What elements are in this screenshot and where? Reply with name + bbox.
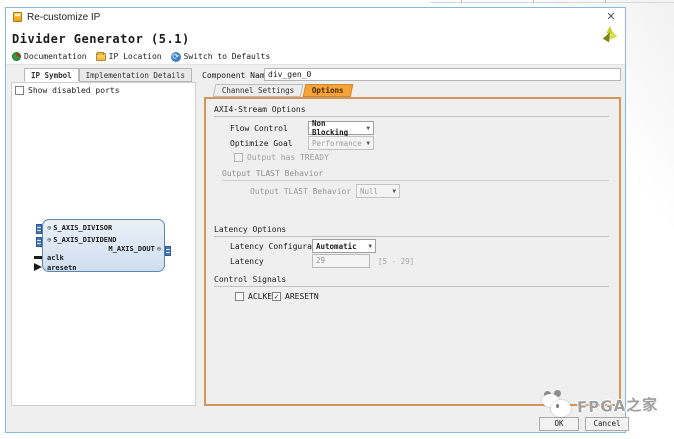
latency-configuration-value: Automatic [316, 242, 357, 251]
chevron-down-icon: ▼ [368, 243, 372, 250]
watermark: FPGA之家 [541, 391, 658, 419]
output-tlast-behavior-label: Output TLAST Behavior [250, 187, 351, 196]
flow-control-value: Non Blocking [312, 119, 363, 137]
ok-button[interactable]: OK [539, 417, 579, 431]
switch-defaults-label: Switch to Defaults [184, 52, 271, 61]
tab-channel-settings-label: Channel Settings [222, 85, 294, 97]
aclken-row: ✓ ACLKEN [235, 292, 277, 301]
switch-defaults-icon: ⟳ [171, 52, 181, 62]
output-has-tready-checkbox: ✓ [234, 153, 243, 162]
port-s-axis-dividend: ⊕ S_AXIS_DIVIDEND [47, 236, 116, 244]
ip-dialog-icon [13, 12, 22, 22]
latency-options-header: Latency Options [214, 225, 609, 237]
tab-ip-symbol-label: IP Symbol [31, 71, 72, 80]
background-window-edge [430, 0, 674, 3]
ip-symbol-panel: ✓ Show disabled ports ⊕ S_AXIS_DIVISOR ⊕… [11, 82, 196, 406]
aclken-checkbox[interactable]: ✓ [235, 292, 244, 301]
optimize-goal-value: Performance [312, 139, 362, 148]
aclk-pin-icon [34, 256, 42, 259]
expand-plus-icon[interactable]: ⊕ [47, 236, 51, 244]
background-tick [533, 0, 534, 3]
flow-control-label: Flow Control [230, 124, 288, 133]
right-tab-bar: Channel Settings Options [214, 84, 352, 97]
close-icon[interactable]: ✕ [605, 11, 617, 23]
port-label: M_AXIS_DOUT [108, 245, 154, 253]
bus-connector-icon [36, 237, 42, 247]
background-tick [461, 0, 462, 3]
dialog-title: Re-customize IP [27, 12, 100, 23]
ip-location-button[interactable]: IP Location [96, 52, 162, 61]
ip-symbol-block: ⊕ S_AXIS_DIVISOR ⊕ S_AXIS_DIVIDEND M_AXI… [42, 219, 165, 272]
show-disabled-ports-label: Show disabled ports [28, 86, 120, 95]
documentation-button[interactable]: Documentation [12, 52, 87, 61]
bus-connector-icon [36, 224, 42, 234]
output-tlast-behavior-value: Null [360, 187, 378, 196]
cancel-button[interactable]: Cancel [585, 417, 629, 431]
tab-implementation-details[interactable]: Implementation Details [79, 68, 192, 82]
latency-configuration-dropdown[interactable]: Automatic ▼ [312, 239, 376, 253]
latency-range-hint: [5 - 29] [378, 257, 414, 266]
port-label: aclk [47, 254, 64, 262]
recustomize-ip-dialog: Re-customize IP ✕ Divider Generator (5.1… [5, 7, 626, 433]
port-s-axis-divisor: ⊕ S_AXIS_DIVISOR [47, 224, 112, 232]
ip-location-label: IP Location [109, 52, 162, 61]
dialog-header: Divider Generator (5.1) [6, 26, 625, 49]
mascot-icon [541, 391, 575, 419]
documentation-icon [12, 52, 21, 61]
port-label: aresetn [47, 264, 77, 272]
aresetn-label: ARESETN [285, 292, 319, 301]
tab-options-label: Options [312, 85, 344, 97]
documentation-label: Documentation [24, 52, 87, 61]
background-tick [605, 0, 606, 3]
tab-options[interactable]: Options [303, 84, 353, 97]
latency-field: 29 [312, 254, 370, 268]
latency-label: Latency [230, 257, 264, 266]
watermark-text: FPGA之家 [577, 393, 659, 417]
tab-implementation-details-label: Implementation Details [86, 71, 185, 80]
chevron-down-icon: ▼ [366, 140, 370, 147]
port-label: S_AXIS_DIVIDEND [53, 236, 116, 244]
expand-plus-icon[interactable]: ⊕ [47, 224, 51, 232]
show-disabled-ports-checkbox[interactable]: ✓ [15, 86, 24, 95]
xilinx-logo-icon [599, 24, 621, 46]
options-panel: AXI4-Stream Options Flow Control Non Blo… [204, 97, 621, 406]
output-tlast-behavior-header: Output TLAST Behavior [222, 169, 609, 181]
aresetn-row: ✓ ARESETN [272, 292, 319, 301]
component-name-label: Component Name [202, 71, 269, 80]
folder-icon [96, 53, 106, 61]
dialog-content: IP Symbol Implementation Details ✓ Show … [6, 65, 625, 432]
bus-connector-icon [165, 246, 171, 256]
component-name-field[interactable]: div_gen_0 [264, 68, 621, 81]
show-disabled-ports-row: ✓ Show disabled ports [12, 83, 195, 95]
optimize-goal-label: Optimize Goal [230, 139, 293, 148]
ip-core-title: Divider Generator (5.1) [12, 32, 190, 46]
port-m-axis-dout: M_AXIS_DOUT ⊕ [108, 245, 161, 253]
expand-plus-icon[interactable]: ⊕ [157, 245, 161, 253]
port-aclk: aclk [47, 254, 64, 262]
tab-channel-settings[interactable]: Channel Settings [213, 84, 304, 97]
output-has-tready-row: ✓ Output has TREADY [234, 153, 329, 162]
dialog-titlebar: Re-customize IP ✕ [6, 8, 625, 26]
aresetn-pin-icon [34, 263, 42, 271]
axi4-stream-options-header: AXI4-Stream Options [214, 105, 609, 117]
chevron-down-icon: ▼ [366, 125, 370, 132]
chevron-down-icon: ▼ [392, 188, 396, 195]
port-label: S_AXIS_DIVISOR [53, 224, 112, 232]
flow-control-dropdown[interactable]: Non Blocking ▼ [308, 121, 374, 135]
optimize-goal-dropdown: Performance ▼ [308, 136, 374, 150]
port-aresetn: aresetn [47, 264, 77, 272]
left-tab-bar: IP Symbol Implementation Details [24, 68, 192, 82]
aresetn-checkbox[interactable]: ✓ [272, 292, 281, 301]
tab-ip-symbol[interactable]: IP Symbol [24, 68, 79, 82]
output-tlast-behavior-dropdown: Null ▼ [356, 184, 400, 198]
switch-to-defaults-button[interactable]: ⟳ Switch to Defaults [171, 52, 271, 62]
dialog-toolbar: Documentation IP Location ⟳ Switch to De… [6, 49, 625, 65]
control-signals-header: Control Signals [214, 275, 609, 287]
output-has-tready-label: Output has TREADY [247, 153, 329, 162]
